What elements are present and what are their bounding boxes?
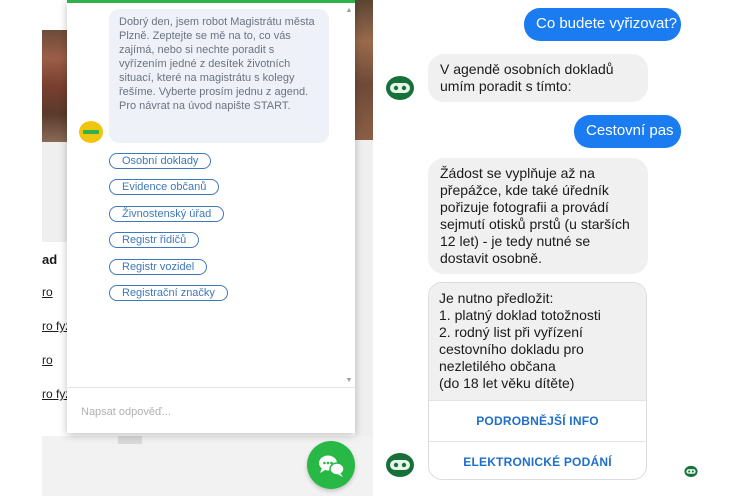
background-grey-block-right	[355, 140, 373, 440]
background-footer-block	[118, 436, 142, 444]
website-panel: ad ro ro fyz ro ro fyz Dobrý den, jsem r…	[0, 0, 373, 496]
background-photo-right	[355, 0, 373, 140]
chat-launcher-button[interactable]	[307, 441, 355, 489]
electronic-submission-button[interactable]: ELEKTRONICKÉ PODÁNÍ	[429, 441, 646, 479]
background-heading: ad	[42, 252, 58, 267]
bot-avatar	[79, 121, 103, 143]
chat-reply-input[interactable]	[79, 401, 343, 423]
quick-reply-registracni-znacky[interactable]: Registrační značky	[109, 285, 228, 301]
chat-scrollbar[interactable]: ▲ ▼	[345, 7, 353, 385]
card-text: Je nutno předložit: 1. platný doklad tot…	[429, 283, 646, 400]
robot-avatar-icon	[385, 72, 415, 102]
more-info-button[interactable]: PODROBNĚJŠÍ INFO	[429, 400, 646, 441]
bot-avatar-stripe	[83, 130, 99, 134]
messenger-conversation: Co budete vyřizovat? V agendě osobních d…	[373, 0, 745, 496]
bot-card-message: Je nutno předložit: 1. platný doklad tot…	[428, 282, 647, 480]
background-link[interactable]: ro fyz	[42, 319, 70, 333]
quick-reply-zivnostensky-urad[interactable]: Živnostenský úřad	[109, 206, 225, 222]
quick-reply-registr-vozidel[interactable]: Registr vozidel	[109, 259, 208, 275]
user-message: Co budete vyřizovat?	[524, 8, 681, 41]
background-link[interactable]: ro fyz	[42, 387, 70, 401]
user-message: Cestovní pas	[574, 115, 681, 148]
quick-reply-registr-ridicu[interactable]: Registr řidičů	[109, 232, 200, 248]
scroll-up-arrow-icon[interactable]: ▲	[345, 7, 353, 15]
background-link[interactable]: ro	[42, 353, 70, 367]
bot-message: Žádost se vyplňuje až na přepážce, kde t…	[428, 158, 648, 274]
read-receipt-robot-icon	[684, 464, 698, 478]
background-link[interactable]: ro	[42, 285, 70, 299]
bot-message: V agendě osobních dokladů umím poradit s…	[428, 54, 648, 102]
scroll-down-arrow-icon[interactable]: ▼	[345, 377, 353, 385]
robot-avatar-icon	[385, 449, 415, 479]
chat-bubbles-icon	[319, 455, 345, 477]
chat-widget: Dobrý den, jsem robot Magistrátu města P…	[67, 0, 355, 433]
input-divider	[67, 387, 355, 388]
quick-reply-osobni-doklady[interactable]: Osobní doklady	[109, 153, 212, 169]
bot-greeting-message: Dobrý den, jsem robot Magistrátu města P…	[109, 9, 329, 143]
quick-reply-evidence-obcanu[interactable]: Evidence občanů	[109, 179, 220, 195]
